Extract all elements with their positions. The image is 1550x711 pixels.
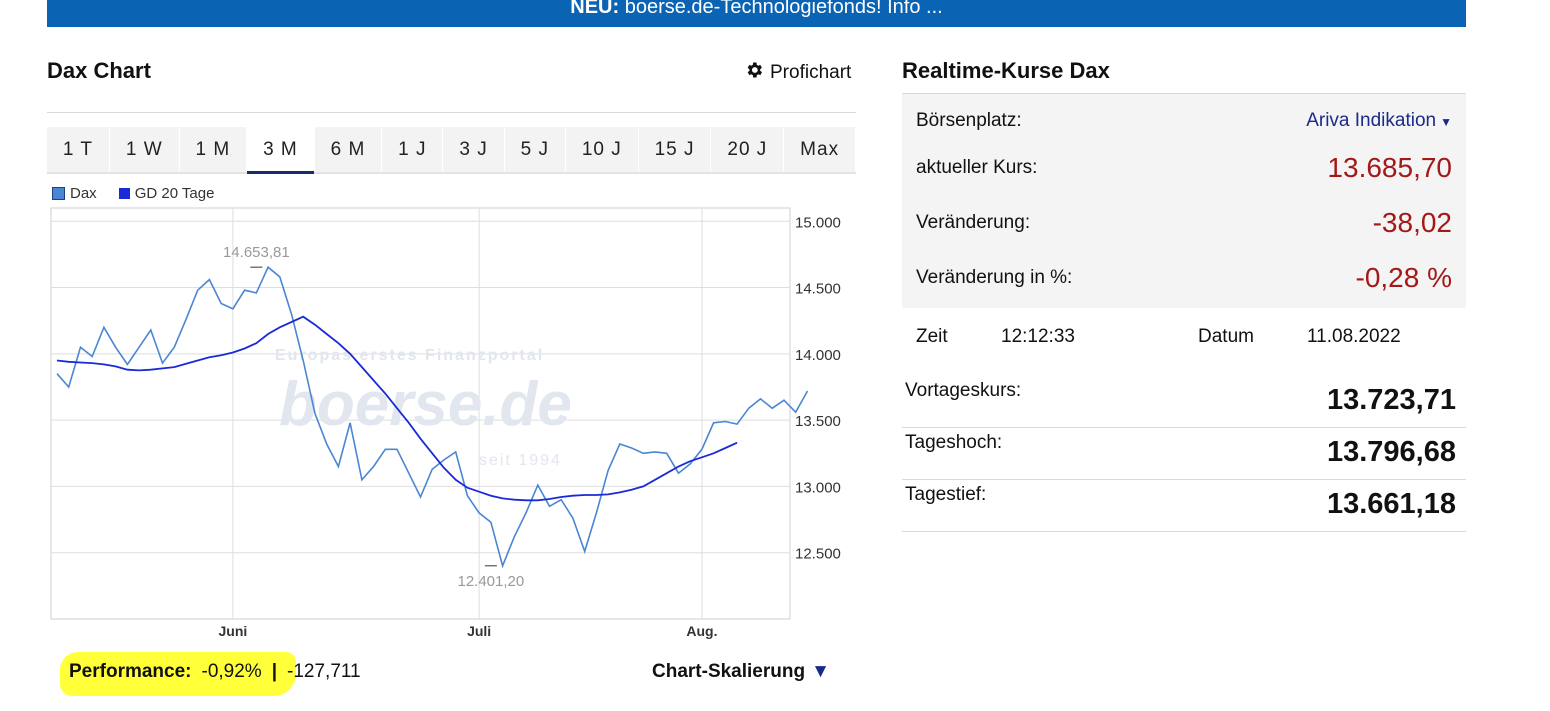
day-high-value: 13.796,68: [1326, 436, 1456, 468]
day-low-value: 13.661,18: [1326, 488, 1456, 520]
realtime-title: Realtime-Kurse Dax: [902, 58, 1110, 83]
x-tick-label: Aug.: [686, 623, 717, 639]
tab-1m[interactable]: 1 M: [180, 127, 248, 172]
performance-pct: -0,92%: [201, 661, 262, 682]
day-high-row: Tageshoch: 13.796,68: [902, 427, 1466, 480]
current-price-label: aktueller Kurs:: [916, 157, 1038, 178]
promo-banner[interactable]: NEU: boerse.de-Technologiefonds! Info ..…: [47, 0, 1466, 27]
chart-scaling-toggle[interactable]: Chart-Skalierung ▼: [652, 661, 830, 683]
exchange-value: Ariva Indikation: [1306, 110, 1437, 131]
tab-1w[interactable]: 1 W: [110, 127, 180, 172]
prev-close-row: Vortageskurs: 13.723,71: [902, 375, 1466, 428]
annotation-high-label: 14.653,81: [223, 244, 290, 261]
current-price-row: aktueller Kurs: 13.685,70: [916, 152, 1452, 184]
tab-10j[interactable]: 10 J: [566, 127, 639, 172]
chart-scaling-label: Chart-Skalierung: [652, 661, 806, 682]
exchange-row: Börsenplatz: Ariva Indikation ▼: [916, 110, 1452, 132]
time-label: Zeit: [916, 326, 948, 347]
change-value: -38,02: [1372, 207, 1452, 238]
change-pct-value: -0,28 %: [1355, 262, 1453, 293]
performance-label: Performance:: [69, 661, 192, 682]
change-pct-label: Veränderung in %:: [916, 267, 1073, 288]
exchange-select[interactable]: Ariva Indikation ▼: [1306, 110, 1452, 132]
gear-icon: [744, 60, 764, 86]
day-low-label: Tagestief:: [905, 484, 987, 505]
change-row: Veränderung: -38,02: [916, 207, 1452, 239]
change-label: Veränderung:: [916, 212, 1031, 233]
legend-swatch-dax: [52, 187, 65, 200]
prev-close-value: 13.723,71: [1326, 384, 1456, 416]
tab-3j[interactable]: 3 J: [443, 127, 505, 172]
performance-abs: -127,711: [287, 661, 361, 682]
tab-6m[interactable]: 6 M: [315, 127, 383, 172]
performance-summary: Performance: -0,92% | -127,711: [69, 661, 361, 683]
legend-swatch-gd20: [118, 188, 130, 199]
y-tick-label: 15.000: [795, 214, 841, 231]
triangle-down-icon: ▼: [811, 661, 830, 682]
chart-divider: [47, 112, 856, 113]
x-tick-label: Juli: [467, 623, 491, 639]
date-value: 11.08.2022: [1307, 326, 1401, 347]
tab-3m[interactable]: 3 M: [247, 127, 315, 174]
y-tick-label: 13.000: [795, 479, 841, 496]
banner-text: boerse.de-Technologiefonds! Info ...: [624, 0, 943, 18]
watermark-tagline: Europas erstes Finanzportal: [275, 347, 544, 364]
tab-1j[interactable]: 1 J: [382, 127, 444, 172]
y-tick-label: 13.500: [795, 413, 841, 430]
prev-close-label: Vortageskurs:: [905, 380, 1022, 401]
change-pct-row: Veränderung in %: -0,28 %: [916, 262, 1452, 294]
tab-15j[interactable]: 15 J: [639, 127, 712, 172]
tab-max[interactable]: Max: [784, 127, 857, 172]
tab-1t[interactable]: 1 T: [47, 127, 110, 172]
watermark-logo: boerse.de: [279, 370, 572, 439]
tab-5j[interactable]: 5 J: [505, 127, 566, 172]
current-price-value: 13.685,70: [1327, 152, 1452, 183]
x-tick-label: Juni: [218, 623, 247, 639]
y-tick-label: 12.500: [795, 546, 841, 563]
time-value: 12:12:33: [1001, 326, 1075, 347]
watermark-since: seit 1994: [479, 452, 562, 469]
y-tick-label: 14.500: [795, 281, 841, 298]
y-tick-label: 14.000: [795, 347, 841, 364]
profichart-label: Profichart: [770, 62, 852, 83]
date-label: Datum: [1198, 326, 1254, 347]
banner-prefix: NEU:: [570, 0, 620, 18]
exchange-label: Börsenplatz:: [916, 110, 1022, 131]
day-low-row: Tagestief: 13.661,18: [902, 479, 1466, 532]
day-high-label: Tageshoch:: [905, 432, 1003, 453]
profichart-button[interactable]: Profichart: [744, 60, 851, 86]
annotation-low-label: 12.401,20: [457, 573, 524, 590]
performance-separator: |: [271, 661, 278, 682]
timeframe-tabs: 1 T1 W1 M3 M6 M1 J3 J5 J 10 J 15 J 20 J Max: [47, 127, 857, 174]
dax-chart[interactable]: 12.500 13.000 13.500 14.000 14.500 15.000 Juni…: [47, 200, 847, 650]
caret-down-icon: ▼: [1440, 115, 1452, 129]
chart-title: Dax Chart: [47, 58, 151, 83]
tab-20j[interactable]: 20 J: [711, 127, 785, 172]
